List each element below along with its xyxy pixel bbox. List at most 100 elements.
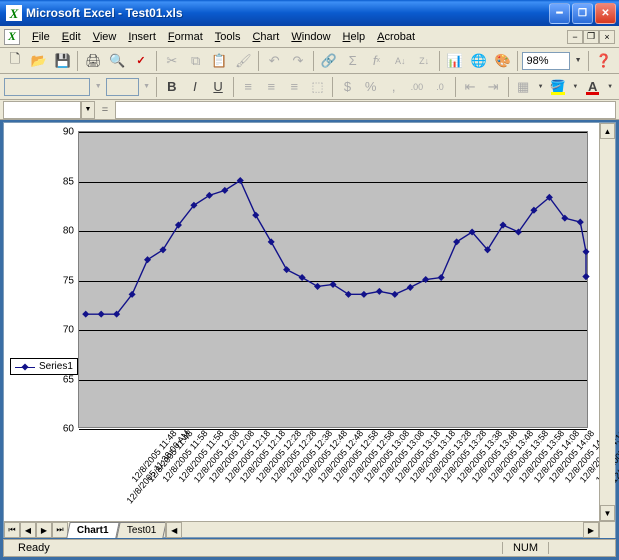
equals-label: = <box>95 104 115 116</box>
chart-wizard-button[interactable]: 📊 <box>444 50 466 72</box>
font-name-select[interactable] <box>4 78 90 96</box>
y-tick-label: 75 <box>63 275 79 286</box>
menu-tools[interactable]: Tools <box>209 29 247 45</box>
tab-nav-first-button[interactable]: ⏮ <box>4 522 20 538</box>
sheet-tab-chart1[interactable]: Chart1 <box>66 522 119 538</box>
excel-doc-icon[interactable]: X <box>4 29 20 45</box>
cut-button[interactable]: ✂ <box>161 50 183 72</box>
formula-bar: ▼ = <box>0 100 619 120</box>
status-ready: Ready <box>10 542 58 554</box>
menu-edit[interactable]: Edit <box>56 29 87 45</box>
formatting-toolbar: ▼ ▼ B I U ≡ ≡ ≡ ⬚ $ % , .00 .0 ⇤ ⇥ ▦ ▼ 🪣… <box>0 74 619 100</box>
chart-sheet[interactable]: 6065707580859012/8/2005 11:38:00 AM12/8/… <box>4 123 599 521</box>
sort-desc-button[interactable]: Z↓ <box>413 50 435 72</box>
save-button[interactable]: 💾 <box>52 50 74 72</box>
vertical-scrollbar[interactable]: ▲ ▼ <box>599 123 615 521</box>
redo-button[interactable]: ↷ <box>287 50 309 72</box>
comma-button[interactable]: , <box>383 76 404 98</box>
scroll-down-button[interactable]: ▼ <box>600 505 615 521</box>
menu-chart[interactable]: Chart <box>246 29 285 45</box>
zoom-dropdown-icon[interactable]: ▼ <box>572 50 584 72</box>
name-box[interactable] <box>3 101 81 119</box>
close-button[interactable]: ✕ <box>595 3 616 24</box>
bold-button[interactable]: B <box>161 76 182 98</box>
increase-decimal-button[interactable]: .00 <box>406 76 427 98</box>
underline-button[interactable]: U <box>208 76 229 98</box>
menu-insert[interactable]: Insert <box>122 29 162 45</box>
y-tick-label: 90 <box>63 127 79 138</box>
borders-dropdown-icon[interactable]: ▼ <box>536 76 546 98</box>
gridline <box>79 330 587 331</box>
italic-button[interactable]: I <box>184 76 205 98</box>
formula-input[interactable] <box>115 101 616 119</box>
legend-label: Series1 <box>39 361 73 372</box>
new-button[interactable]: 🗋 <box>4 50 26 72</box>
decrease-decimal-button[interactable]: .0 <box>429 76 450 98</box>
align-center-button[interactable]: ≡ <box>261 76 282 98</box>
menu-format[interactable]: Format <box>162 29 209 45</box>
scroll-right-button[interactable]: ▶ <box>583 522 599 538</box>
currency-button[interactable]: $ <box>337 76 358 98</box>
print-button[interactable]: 🖨 <box>82 50 104 72</box>
chart-legend[interactable]: Series1 <box>10 358 78 375</box>
font-name-dropdown-icon[interactable]: ▼ <box>92 76 104 98</box>
merge-center-button[interactable]: ⬚ <box>307 76 328 98</box>
menu-view[interactable]: View <box>87 29 123 45</box>
menu-help[interactable]: Help <box>337 29 372 45</box>
undo-button[interactable]: ↶ <box>263 50 285 72</box>
paste-button[interactable]: 📋 <box>209 50 231 72</box>
y-tick-label: 70 <box>63 325 79 336</box>
increase-indent-button[interactable]: ⇥ <box>483 76 504 98</box>
status-numlock: NUM <box>502 542 549 554</box>
fill-color-dropdown-icon[interactable]: ▼ <box>571 76 581 98</box>
menu-acrobat[interactable]: Acrobat <box>371 29 421 45</box>
minimize-button[interactable]: ━ <box>549 3 570 24</box>
mdi-close-button[interactable]: × <box>599 30 615 44</box>
drawing-button[interactable]: 🎨 <box>492 50 514 72</box>
plot-area[interactable]: 6065707580859012/8/2005 11:38:00 AM12/8/… <box>78 131 588 428</box>
statusbar: Ready NUM <box>3 539 616 557</box>
sort-asc-button[interactable]: A↓ <box>389 50 411 72</box>
maximize-button[interactable]: ❐ <box>572 3 593 24</box>
font-size-dropdown-icon[interactable]: ▼ <box>141 76 153 98</box>
format-painter-button[interactable]: 🖌 <box>232 50 254 72</box>
font-color-dropdown-icon[interactable]: ▼ <box>605 76 615 98</box>
spell-check-button[interactable]: ✓ <box>130 50 152 72</box>
function-button[interactable]: fx <box>366 50 388 72</box>
scroll-left-button[interactable]: ◀ <box>166 522 182 538</box>
zoom-select[interactable]: 98% <box>522 52 570 70</box>
tab-nav-prev-button[interactable]: ◀ <box>20 522 36 538</box>
copy-button[interactable]: ⧉ <box>185 50 207 72</box>
tab-nav-next-button[interactable]: ▶ <box>36 522 52 538</box>
autosum-button[interactable]: Σ <box>342 50 364 72</box>
sheet-tab-test01[interactable]: Test01 <box>116 522 167 538</box>
mdi-restore-button[interactable]: ❐ <box>583 30 599 44</box>
y-tick-label: 60 <box>63 424 79 435</box>
help-button[interactable]: ❓ <box>593 50 615 72</box>
y-tick-label: 80 <box>63 226 79 237</box>
decrease-indent-button[interactable]: ⇤ <box>459 76 480 98</box>
menu-window[interactable]: Window <box>285 29 336 45</box>
name-box-dropdown-icon[interactable]: ▼ <box>81 101 95 119</box>
font-size-select[interactable] <box>106 78 139 96</box>
fill-color-button[interactable]: 🪣 <box>547 76 568 98</box>
open-button[interactable]: 📂 <box>28 50 50 72</box>
menubar: X FileEditViewInsertFormatToolsChartWind… <box>0 26 619 48</box>
print-preview-button[interactable]: 🔍 <box>106 50 128 72</box>
tab-nav-last-button[interactable]: ⏭ <box>52 522 68 538</box>
borders-button[interactable]: ▦ <box>513 76 534 98</box>
align-left-button[interactable]: ≡ <box>238 76 259 98</box>
font-color-button[interactable]: A <box>582 76 603 98</box>
workspace: 6065707580859012/8/2005 11:38:00 AM12/8/… <box>3 122 616 538</box>
hyperlink-button[interactable]: 🔗 <box>318 50 340 72</box>
y-tick-label: 85 <box>63 176 79 187</box>
horizontal-scrollbar[interactable]: ◀ ▶ <box>165 522 599 537</box>
gridline <box>79 182 587 183</box>
menu-file[interactable]: File <box>26 29 56 45</box>
sheet-tab-row: ⏮ ◀ ▶ ⏭ Chart1 Test01 ◀ ▶ <box>4 521 615 537</box>
align-right-button[interactable]: ≡ <box>284 76 305 98</box>
map-button[interactable]: 🌐 <box>468 50 490 72</box>
percent-button[interactable]: % <box>360 76 381 98</box>
scroll-up-button[interactable]: ▲ <box>600 123 615 139</box>
mdi-minimize-button[interactable]: − <box>567 30 583 44</box>
